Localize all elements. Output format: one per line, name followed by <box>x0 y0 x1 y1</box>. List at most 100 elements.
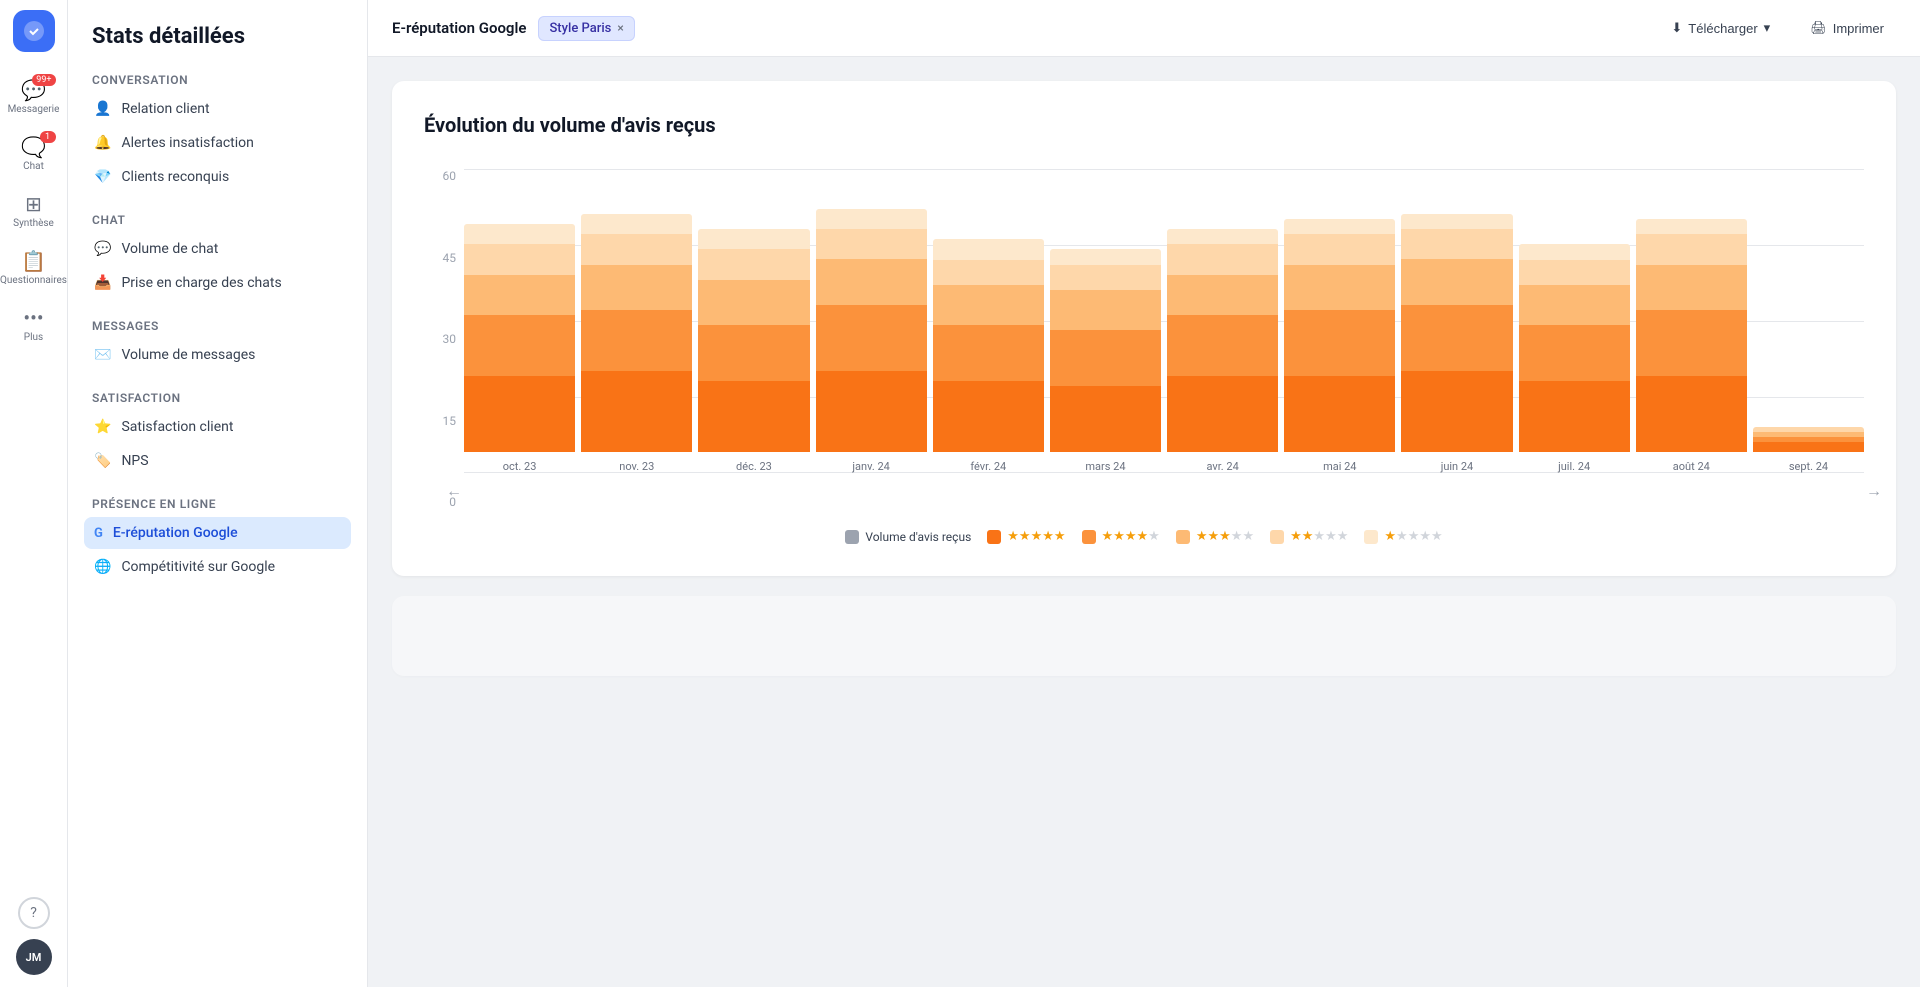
bar-label: juil. 24 <box>1558 460 1590 473</box>
bar-segment <box>581 234 692 264</box>
legend-5stars-checkbox[interactable] <box>987 530 1001 544</box>
bar-segment <box>1636 265 1747 311</box>
bar-group: oct. 23 <box>464 224 575 473</box>
plus-icon: ••• <box>23 306 43 330</box>
bar-label: janv. 24 <box>852 460 889 473</box>
chart-next-arrow[interactable]: → <box>1866 481 1882 501</box>
bar-segment <box>698 280 809 326</box>
bar-chart: 60 45 30 15 0 <box>424 169 1864 544</box>
bar-segment <box>1167 244 1278 274</box>
bar-segment <box>1401 259 1512 305</box>
bar-stack <box>464 224 575 452</box>
y-label-60: 60 <box>443 169 457 183</box>
bar-stack <box>1636 219 1747 452</box>
bar-stack <box>1167 229 1278 452</box>
bar-segment <box>816 229 927 259</box>
legend-2stars[interactable]: ★★★★★ <box>1270 529 1348 544</box>
legend-5stars[interactable]: ★★★★★ <box>987 529 1065 544</box>
sidebar-item-alertes-insatisfaction[interactable]: 🔔 Alertes insatisfaction <box>84 127 351 159</box>
bar-segment <box>1167 376 1278 452</box>
bar-segment <box>464 275 575 316</box>
bar-label: avr. 24 <box>1206 460 1238 473</box>
sidebar-item-relation-client[interactable]: 👤 Relation client <box>84 93 351 125</box>
bar-segment <box>1401 214 1512 229</box>
bar-segment <box>1636 376 1747 452</box>
section-label-satisfaction: Satisfaction <box>84 391 351 405</box>
bar-segment <box>464 315 575 376</box>
prise-en-charge-icon: 📥 <box>94 275 111 291</box>
legend-1star[interactable]: ★★★★★ <box>1364 529 1442 544</box>
bar-segment <box>698 229 809 249</box>
download-icon: ⬇ <box>1671 20 1682 36</box>
bar-segment <box>1050 330 1161 386</box>
bar-segment <box>1636 219 1747 234</box>
legend-3stars-checkbox[interactable] <box>1176 530 1190 544</box>
sidebar-item-messagerie[interactable]: 💬 Messagerie 99+ <box>4 70 64 123</box>
sidebar-item-satisfaction-client[interactable]: ⭐ Satisfaction client <box>84 411 351 443</box>
sidebar-item-volume-chat[interactable]: 💬 Volume de chat <box>84 233 351 265</box>
bar-segment <box>1050 290 1161 331</box>
sidebar-item-questionnaires[interactable]: 📋 Questionnaires <box>4 241 64 294</box>
sidebar-item-plus[interactable]: ••• Plus <box>4 298 64 351</box>
bar-group: nov. 23 <box>581 214 692 473</box>
relation-client-icon: 👤 <box>94 101 111 117</box>
bar-segment <box>1284 219 1395 234</box>
sidebar-item-e-reputation-google[interactable]: G E-réputation Google <box>84 517 351 549</box>
legend-4stars-checkbox[interactable] <box>1082 530 1096 544</box>
sidebar-item-clients-reconquis[interactable]: 💎 Clients reconquis <box>84 161 351 193</box>
app-logo[interactable] <box>13 10 55 52</box>
legend-4stars[interactable]: ★★★★★ <box>1082 529 1160 544</box>
sidebar-item-volume-messages[interactable]: ✉️ Volume de messages <box>84 339 351 371</box>
bar-segment <box>1167 275 1278 316</box>
help-button[interactable]: ? <box>18 897 50 929</box>
sidebar: Stats détaillées Conversation 👤 Relation… <box>68 0 368 987</box>
bar-label: nov. 23 <box>619 460 654 473</box>
legend-1star-checkbox[interactable] <box>1364 530 1378 544</box>
bar-segment <box>464 224 575 244</box>
print-icon: 🖨 <box>1810 20 1827 36</box>
bar-segment <box>933 260 1044 285</box>
bar-segment <box>816 259 927 305</box>
bar-segment <box>933 239 1044 259</box>
chart-legend: Volume d'avis reçus ★★★★★ ★★★★★ ★★★★★ <box>424 529 1864 544</box>
bar-group: déc. 23 <box>698 229 809 473</box>
bar-label: mars 24 <box>1085 460 1125 473</box>
section-label-conversation: Conversation <box>84 73 351 87</box>
main-area: E-réputation Google Style Paris × ⬇ Télé… <box>368 0 1920 987</box>
bar-segment <box>464 244 575 274</box>
chart-card: Évolution du volume d'avis reçus 60 45 3… <box>392 81 1896 576</box>
bar-segment <box>698 325 809 381</box>
bar-segment <box>1284 310 1395 376</box>
sidebar-item-chat[interactable]: 🗨️ Chat 1 <box>4 127 64 180</box>
sidebar-item-nps[interactable]: 🏷️ NPS <box>84 445 351 477</box>
bar-segment <box>1284 376 1395 452</box>
bar-segment <box>1636 310 1747 376</box>
bar-group: août 24 <box>1636 219 1747 473</box>
legend-3stars[interactable]: ★★★★★ <box>1176 529 1254 544</box>
bar-group: juil. 24 <box>1519 244 1630 473</box>
user-avatar[interactable]: JM <box>16 939 52 975</box>
bar-segment <box>1050 249 1161 264</box>
chat-badge: 1 <box>40 131 56 143</box>
close-filter-icon[interactable]: × <box>617 21 623 35</box>
legend-volume[interactable]: Volume d'avis reçus <box>845 530 971 544</box>
sidebar-item-competitivite-google[interactable]: 🌐 Compétitivité sur Google <box>84 551 351 583</box>
sidebar-item-synthese[interactable]: ⊞ Synthèse <box>4 184 64 237</box>
bar-group: janv. 24 <box>816 209 927 473</box>
section-label-chat: Chat <box>84 213 351 227</box>
chart-prev-arrow[interactable]: ← <box>446 481 462 501</box>
bar-stack <box>1050 249 1161 452</box>
bar-segment <box>1401 305 1512 371</box>
bar-group: juin 24 <box>1401 214 1512 473</box>
sidebar-item-prise-en-charge[interactable]: 📥 Prise en charge des chats <box>84 267 351 299</box>
telecharger-button[interactable]: ⬇ Télécharger ▾ <box>1659 14 1782 42</box>
bar-segment <box>933 325 1044 381</box>
y-label-30: 30 <box>443 332 457 346</box>
legend-2stars-checkbox[interactable] <box>1270 530 1284 544</box>
bar-label: mai 24 <box>1323 460 1356 473</box>
legend-volume-checkbox[interactable] <box>845 530 859 544</box>
filter-tag-style-paris[interactable]: Style Paris × <box>538 16 634 41</box>
second-chart-card <box>392 596 1896 676</box>
imprimer-button[interactable]: 🖨 Imprimer <box>1798 14 1896 42</box>
bar-segment <box>1519 260 1630 285</box>
